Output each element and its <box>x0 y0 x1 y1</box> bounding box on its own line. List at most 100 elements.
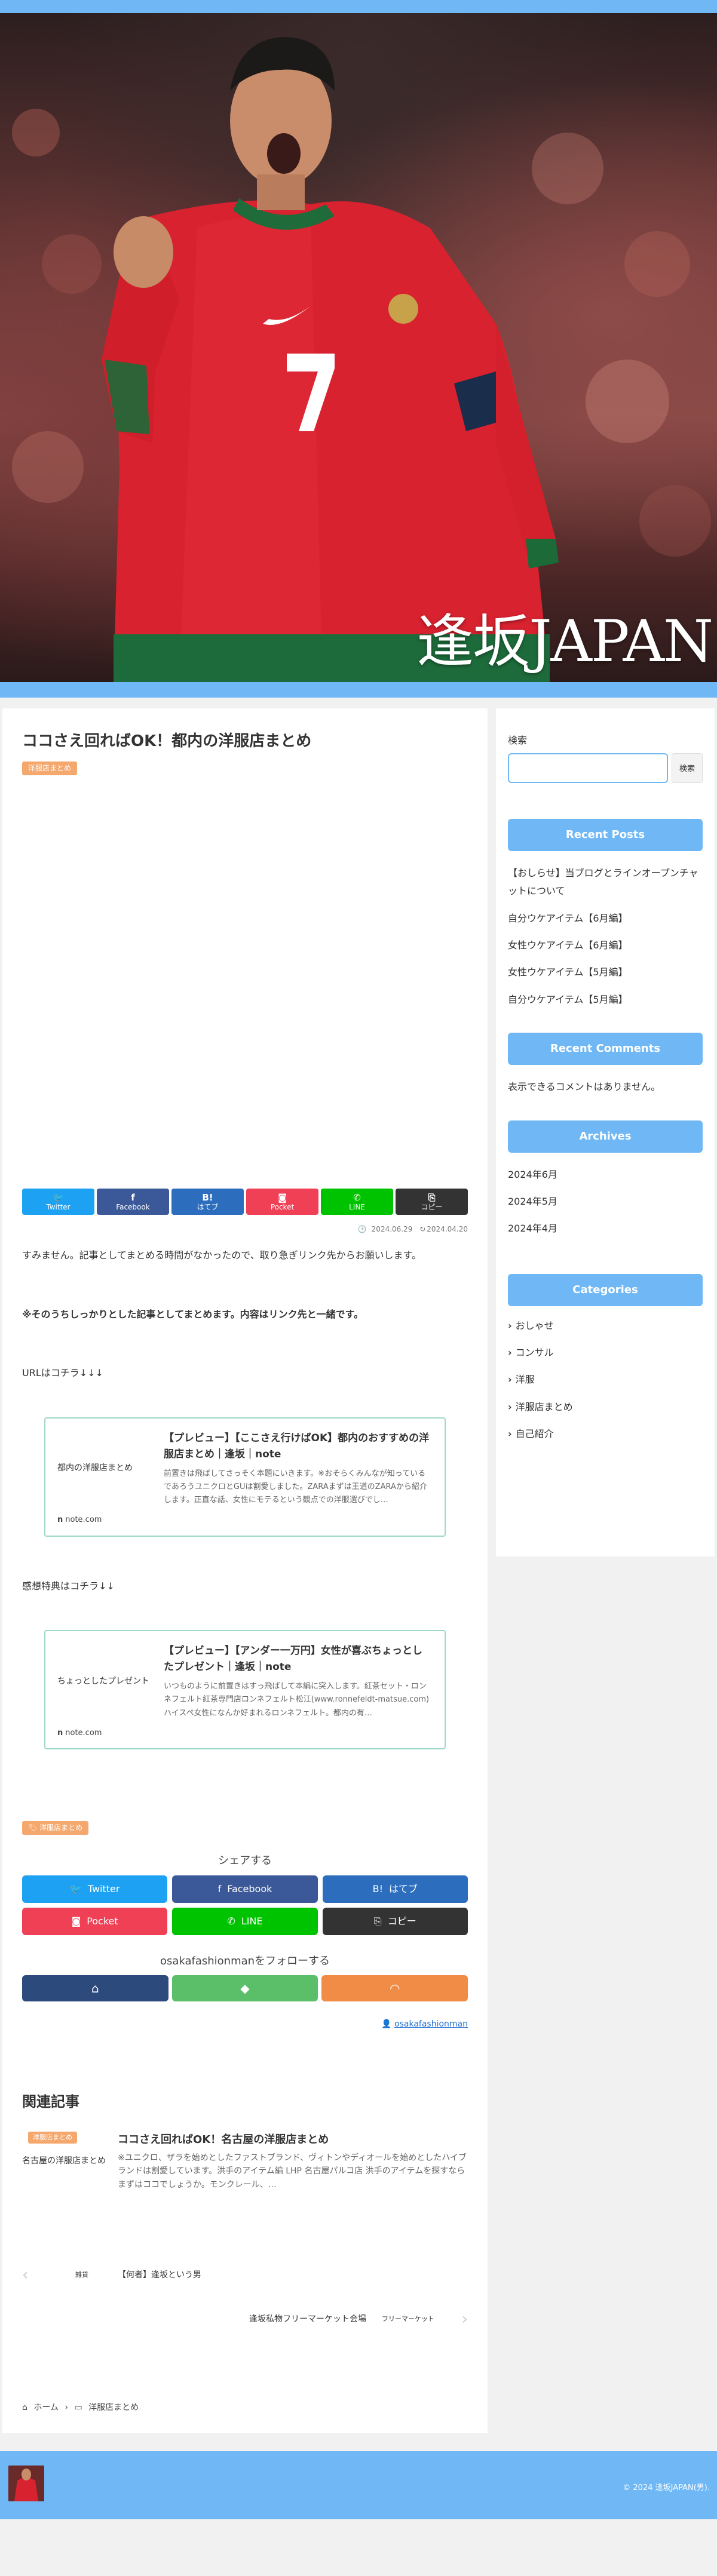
tag-label: 洋服店まとめ <box>39 1823 83 1832</box>
blog-card-1[interactable]: 都内の洋服店まとめ 【プレビュー】【ここさえ行けばOK】都内のおすすめの洋服店ま… <box>44 1417 446 1537</box>
card-title[interactable]: 【プレビュー】【アンダー一万円】女性が喜ぶちょっとしたプレゼント｜逢坂｜note <box>164 1643 431 1675</box>
no-comments-text: 表示できるコメントはありません。 <box>508 1081 661 1093</box>
home-follow-button[interactable]: ⌂ <box>22 1975 168 2001</box>
share-button-twitter[interactable]: 🐦 Twitter <box>22 1188 94 1215</box>
category-item[interactable]: おしゃせ <box>508 1317 703 1335</box>
related-thumb-text: 名古屋の洋服店まとめ <box>22 2156 106 2166</box>
recent-post-item[interactable]: 女性ウケアイテム【5月編】 <box>508 963 703 981</box>
line-icon: ✆ <box>353 1192 361 1203</box>
share-label: Twitter <box>87 1883 120 1895</box>
share-label: はてブ <box>389 1883 418 1895</box>
folder-icon: ▭ <box>74 2403 82 2413</box>
pocket-icon: ◙ <box>71 1915 81 1927</box>
tag-icon: 🏷 <box>28 1823 40 1832</box>
chevron-left-icon: ‹ <box>22 2265 29 2284</box>
share-label: Twitter <box>46 1202 71 1211</box>
share-button-copy[interactable]: ⎘ コピー <box>396 1188 468 1215</box>
card-source: note.com <box>65 1515 102 1525</box>
follow-buttons: ⌂ ◆ ◠ <box>22 1975 468 2001</box>
share-button-twitter[interactable]: 🐦 Twitter <box>22 1875 168 1903</box>
pocket-icon: ◙ <box>278 1192 287 1203</box>
share-button-line[interactable]: ✆ LINE <box>321 1188 393 1215</box>
author-name[interactable]: osakafashionman <box>394 2019 468 2029</box>
search-button[interactable]: 検索 <box>672 753 703 783</box>
rss-icon: ◠ <box>389 1981 400 1995</box>
share-label: Pocket <box>87 1915 118 1927</box>
blog-card-2[interactable]: ちょっとしたプレゼント 【プレビュー】【アンダー一万円】女性が喜ぶちょっとしたプ… <box>44 1630 446 1750</box>
footer-logo[interactable] <box>8 2466 44 2502</box>
archive-item[interactable]: 2024年5月 <box>508 1193 703 1211</box>
category-badge[interactable]: 洋服店まとめ <box>22 762 78 776</box>
feedly-follow-button[interactable]: ◆ <box>171 1975 318 2001</box>
related-title[interactable]: ココさえ回ればOK！名古屋の洋服店まとめ <box>118 2132 468 2148</box>
author-link[interactable]: 👤 osakafashionman <box>22 2017 468 2032</box>
share-button-pocket[interactable]: ◙ Pocket <box>246 1188 318 1215</box>
share-label: LINE <box>241 1915 263 1927</box>
related-category-badge: 洋服店まとめ <box>28 2132 77 2144</box>
prev-post-link[interactable]: ‹ 雑貨 【何者】逢坂という男 <box>22 2257 468 2293</box>
next-title: 逢坂私物フリーマーケット会場 <box>249 2314 366 2324</box>
share-buttons-top: 🐦 Twitter f Facebook B! はてブ ◙ Pocket ✆ LINE ⎘ コピー <box>22 1188 468 1215</box>
card-thumbnail: 都内の洋服店まとめ <box>57 1463 133 1473</box>
recent-post-item[interactable]: 自分ウケアイテム【5月編】 <box>508 991 703 1009</box>
share-button-facebook[interactable]: f Facebook <box>97 1188 169 1215</box>
twitter-icon: 🐦 <box>53 1192 64 1203</box>
category-item[interactable]: コンサル <box>508 1344 703 1362</box>
breadcrumb-category[interactable]: 洋服店まとめ <box>88 2403 139 2412</box>
hatena-icon: B! <box>202 1192 213 1203</box>
related-thumbnail[interactable]: 洋服店まとめ 名古屋の洋服店まとめ <box>22 2132 106 2191</box>
share-label: Pocket <box>270 1202 295 1211</box>
share-title: シェアする <box>218 1854 272 1867</box>
site-title[interactable]: 逢坂JAPAN <box>416 613 713 670</box>
main-article: ココさえ回ればOK！都内の洋服店まとめ 洋服店まとめ 🐦 Twitter f Face… <box>2 708 488 2434</box>
breadcrumb-home[interactable]: ホーム <box>33 2403 59 2412</box>
search-widget: 検索 <box>508 753 703 783</box>
share-button-copy[interactable]: ⎘ コピー <box>322 1908 468 1936</box>
recent-post-item[interactable]: 自分ウケアイテム【6月編】 <box>508 910 703 928</box>
category-item[interactable]: 洋服 <box>508 1371 703 1389</box>
prev-title: 【何者】逢坂という男 <box>118 2270 201 2280</box>
copy-icon: ⎘ <box>373 1915 382 1927</box>
share-button-line[interactable]: ✆ LINE <box>172 1908 318 1936</box>
archive-item[interactable]: 2024年6月 <box>508 1166 703 1184</box>
recent-posts-list: 【おしらせ】当ブログとラインオープンチャットについて自分ウケアイテム【6月編】女… <box>508 864 703 1009</box>
bonus-label: 感想特典はコチラ↓↓ <box>22 1580 115 1592</box>
rss-follow-button[interactable]: ◠ <box>321 1975 468 2001</box>
share-label: Facebook <box>116 1202 150 1211</box>
categories-title: Categories <box>508 1273 703 1306</box>
line-icon: ✆ <box>227 1915 235 1927</box>
search-input[interactable] <box>508 753 668 783</box>
header-hero[interactable]: 逢坂JAPAN <box>0 13 717 682</box>
share-label: Facebook <box>227 1883 272 1895</box>
share-label: はてブ <box>197 1202 219 1211</box>
breadcrumb: ⌂ ホーム › ▭ 洋服店まとめ <box>22 2400 468 2415</box>
recent-comments-list: 表示できるコメントはありません。 <box>508 1078 703 1096</box>
follow-title: osakafashionmanをフォローする <box>160 1955 330 1968</box>
share-button-hatena[interactable]: B! はてブ <box>322 1875 468 1903</box>
share-label: コピー <box>421 1202 443 1211</box>
next-thumbnail: フリーマーケット <box>382 2315 434 2323</box>
twitter-icon: 🐦 <box>69 1883 82 1895</box>
recent-post-item[interactable]: 【おしらせ】当ブログとラインオープンチャットについて <box>508 864 703 901</box>
note-icon: n <box>57 1728 63 1737</box>
archives-title: Archives <box>508 1120 703 1153</box>
published-date: 2024.06.29 <box>371 1224 413 1233</box>
tag-badge[interactable]: 🏷 洋服店まとめ <box>22 1821 89 1835</box>
top-bar <box>0 0 717 13</box>
share-button-facebook[interactable]: f Facebook <box>172 1875 318 1903</box>
related-post[interactable]: 洋服店まとめ 名古屋の洋服店まとめ ココさえ回ればOK！名古屋の洋服店まとめ ※… <box>22 2132 468 2191</box>
archive-item[interactable]: 2024年4月 <box>508 1220 703 1238</box>
category-item[interactable]: 自己紹介 <box>508 1425 703 1443</box>
note-icon: n <box>57 1515 63 1525</box>
updated-date: 2024.04.20 <box>427 1224 468 1233</box>
share-label: コピー <box>387 1915 416 1927</box>
card-title[interactable]: 【プレビュー】【ここさえ行けばOK】都内のおすすめの洋服店まとめ｜逢坂｜note <box>164 1430 431 1463</box>
category-item[interactable]: 洋服店まとめ <box>508 1398 703 1416</box>
recent-post-item[interactable]: 女性ウケアイテム【6月編】 <box>508 937 703 954</box>
card-source: note.com <box>65 1728 102 1737</box>
copy-icon: ⎘ <box>428 1192 436 1203</box>
next-post-link[interactable]: 逢坂私物フリーマーケット会場 フリーマーケット › <box>22 2301 468 2337</box>
share-button-pocket[interactable]: ◙ Pocket <box>22 1908 168 1936</box>
share-button-hatena[interactable]: B! はてブ <box>171 1188 244 1215</box>
chevron-right-icon: › <box>65 2403 68 2413</box>
